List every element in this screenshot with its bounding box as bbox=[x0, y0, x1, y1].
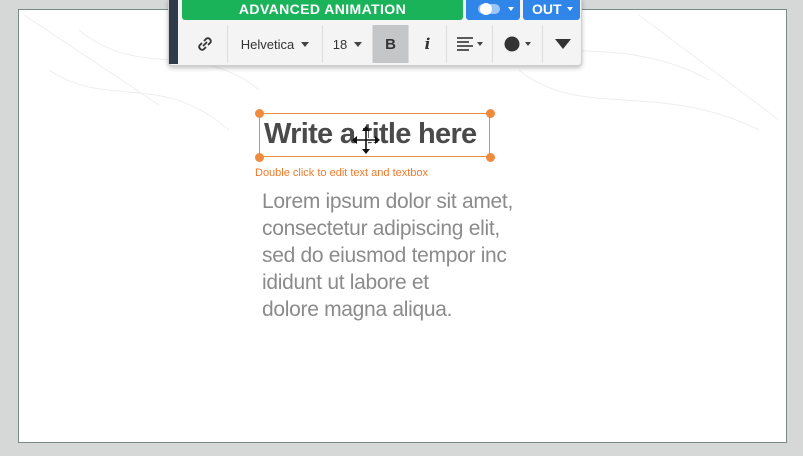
font-family-select[interactable]: Helvetica bbox=[228, 25, 323, 63]
align-icon bbox=[456, 37, 473, 51]
chevron-down-icon bbox=[508, 7, 514, 11]
font-size-select[interactable]: 18 bbox=[323, 25, 373, 63]
chevron-down-icon bbox=[354, 41, 363, 47]
link-icon bbox=[197, 37, 212, 51]
triangle-down-icon bbox=[555, 39, 571, 49]
advanced-animation-button[interactable]: ADVANCED ANIMATION bbox=[182, 0, 463, 20]
italic-button[interactable]: i bbox=[409, 25, 447, 63]
align-select[interactable] bbox=[447, 25, 493, 63]
italic-label: i bbox=[424, 35, 431, 53]
body-line: sed do eiusmod tempor inc bbox=[262, 244, 507, 267]
link-button[interactable] bbox=[182, 25, 228, 63]
out-label: OUT bbox=[532, 1, 562, 17]
advanced-animation-label: ADVANCED ANIMATION bbox=[238, 1, 407, 17]
body-textbox[interactable]: Lorem ipsum dolor sit amet, consectetur … bbox=[262, 188, 562, 323]
circle-shape-icon bbox=[504, 36, 520, 52]
body-line: dolore magna aliqua. bbox=[262, 298, 453, 321]
chevron-down-icon bbox=[301, 41, 310, 47]
formatting-row: Helvetica 18 B i bbox=[182, 25, 582, 63]
font-family-value: Helvetica bbox=[240, 36, 295, 52]
chevron-down-icon bbox=[476, 42, 483, 46]
edit-hint-text: Double click to edit text and textbox bbox=[255, 167, 429, 179]
chevron-down-icon bbox=[567, 7, 573, 11]
animation-out-button[interactable]: OUT bbox=[523, 0, 580, 20]
more-options-button[interactable] bbox=[543, 25, 583, 63]
resize-handle-bottom-right[interactable] bbox=[486, 153, 495, 162]
body-line: consectetur adipiscing elit, bbox=[262, 217, 500, 240]
chevron-down-icon bbox=[525, 42, 531, 46]
resize-handle-bottom-left[interactable] bbox=[255, 153, 264, 162]
body-line: ididunt ut labore et bbox=[262, 271, 429, 294]
bold-button[interactable]: B bbox=[373, 25, 409, 63]
font-size-value: 18 bbox=[332, 36, 348, 52]
text-toolbar: ADVANCED ANIMATION OUT Helvetica 18 B i bbox=[168, 0, 582, 66]
toolbar-edge bbox=[169, 0, 178, 64]
toggle-knob bbox=[480, 3, 492, 15]
animation-toggle-button[interactable] bbox=[466, 0, 520, 20]
resize-handle-top-left[interactable] bbox=[255, 109, 264, 118]
bold-label: B bbox=[385, 35, 396, 53]
resize-handle-top-right[interactable] bbox=[486, 109, 495, 118]
shape-color-select[interactable] bbox=[493, 25, 543, 63]
body-line: Lorem ipsum dolor sit amet, bbox=[262, 190, 513, 213]
move-cursor-icon bbox=[352, 126, 380, 154]
